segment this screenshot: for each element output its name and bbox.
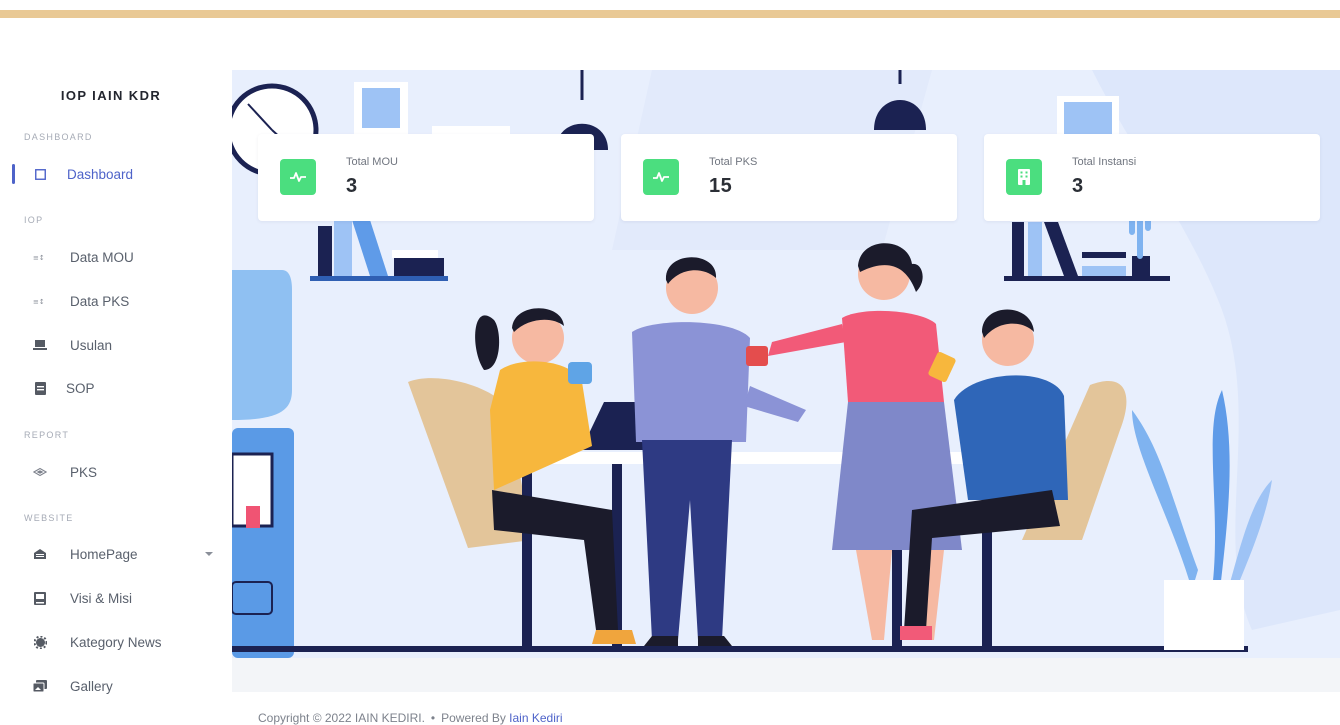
gear-icon (33, 635, 47, 649)
stat-card-total-pks: Total PKS 15 (621, 134, 957, 221)
sidebar-item-label: SOP (66, 381, 95, 396)
sidebar-item-label: Data MOU (70, 250, 134, 265)
svg-text:≡↕: ≡↕ (33, 298, 45, 305)
sidebar: IOP IAIN KDR DASHBOARD Dashboard IOP ≡↕ … (0, 70, 232, 725)
sidebar-item-sop[interactable]: SOP (0, 374, 232, 404)
sidebar-item-data-pks[interactable]: ≡↕ Data PKS (0, 287, 232, 317)
stat-label: Total PKS (709, 156, 758, 168)
svg-text:≡↕: ≡↕ (33, 254, 45, 261)
laptop-icon (33, 338, 47, 352)
hero-bottom-band (232, 658, 1340, 692)
sidebar-item-usulan[interactable]: Usulan (0, 331, 232, 361)
sidebar-item-dashboard[interactable]: Dashboard (0, 160, 232, 190)
top-accent-bar (0, 10, 1340, 18)
sidebar-item-label: Usulan (70, 338, 113, 353)
activity-icon (280, 159, 316, 195)
document-icon (33, 381, 47, 395)
section-website: WEBSITE (24, 513, 74, 523)
sidebar-item-data-mou[interactable]: ≡↕ Data MOU (0, 243, 232, 273)
sidebar-item-pks[interactable]: PKS (0, 458, 232, 488)
sidebar-item-gallery[interactable]: Gallery (0, 672, 232, 702)
stat-label: Total MOU (346, 156, 398, 168)
square-outline-icon (33, 167, 47, 181)
sidebar-item-label: Gallery (70, 679, 113, 694)
sidebar-item-kategory-news[interactable]: Kategory News (0, 628, 232, 658)
image-icon (33, 679, 47, 693)
sidebar-item-label: Visi & Misi (70, 591, 133, 606)
footer-link-iain-kediri[interactable]: Iain Kediri (509, 711, 562, 725)
powered-by-text: Powered By (441, 711, 506, 725)
brand-title: IOP IAIN KDR (60, 88, 162, 103)
building-icon (1006, 159, 1042, 195)
list-icon: ≡↕ (33, 294, 47, 308)
active-indicator (12, 164, 15, 184)
list-icon: ≡↕ (33, 250, 47, 264)
stat-card-total-instansi: Total Instansi 3 (984, 134, 1320, 221)
sidebar-item-label: HomePage (70, 547, 138, 562)
section-dashboard: DASHBOARD (24, 132, 93, 142)
sidebar-item-homepage[interactable]: HomePage (0, 540, 232, 570)
stat-value: 15 (709, 175, 733, 197)
copyright-text: Copyright © 2022 IAIN KEDIRI. (258, 711, 425, 725)
chevron-down-icon (205, 552, 213, 556)
sidebar-item-label: Kategory News (70, 635, 162, 650)
section-iop: IOP (24, 215, 44, 225)
activity-icon (643, 159, 679, 195)
separator-dot: • (430, 711, 436, 725)
layers-icon (33, 465, 47, 479)
stat-value: 3 (346, 175, 358, 197)
footer: Copyright © 2022 IAIN KEDIRI. • Powered By… (258, 711, 563, 725)
stat-label: Total Instansi (1072, 156, 1137, 168)
stat-card-total-mou: Total MOU 3 (258, 134, 594, 221)
section-report: REPORT (24, 430, 70, 440)
home-icon (33, 547, 47, 561)
sidebar-item-label: Dashboard (67, 167, 134, 182)
sidebar-item-label: PKS (70, 465, 98, 480)
sidebar-item-visi-misi[interactable]: Visi & Misi (0, 584, 232, 614)
stat-value: 3 (1072, 175, 1084, 197)
sidebar-item-label: Data PKS (70, 294, 130, 309)
book-icon (33, 591, 47, 605)
